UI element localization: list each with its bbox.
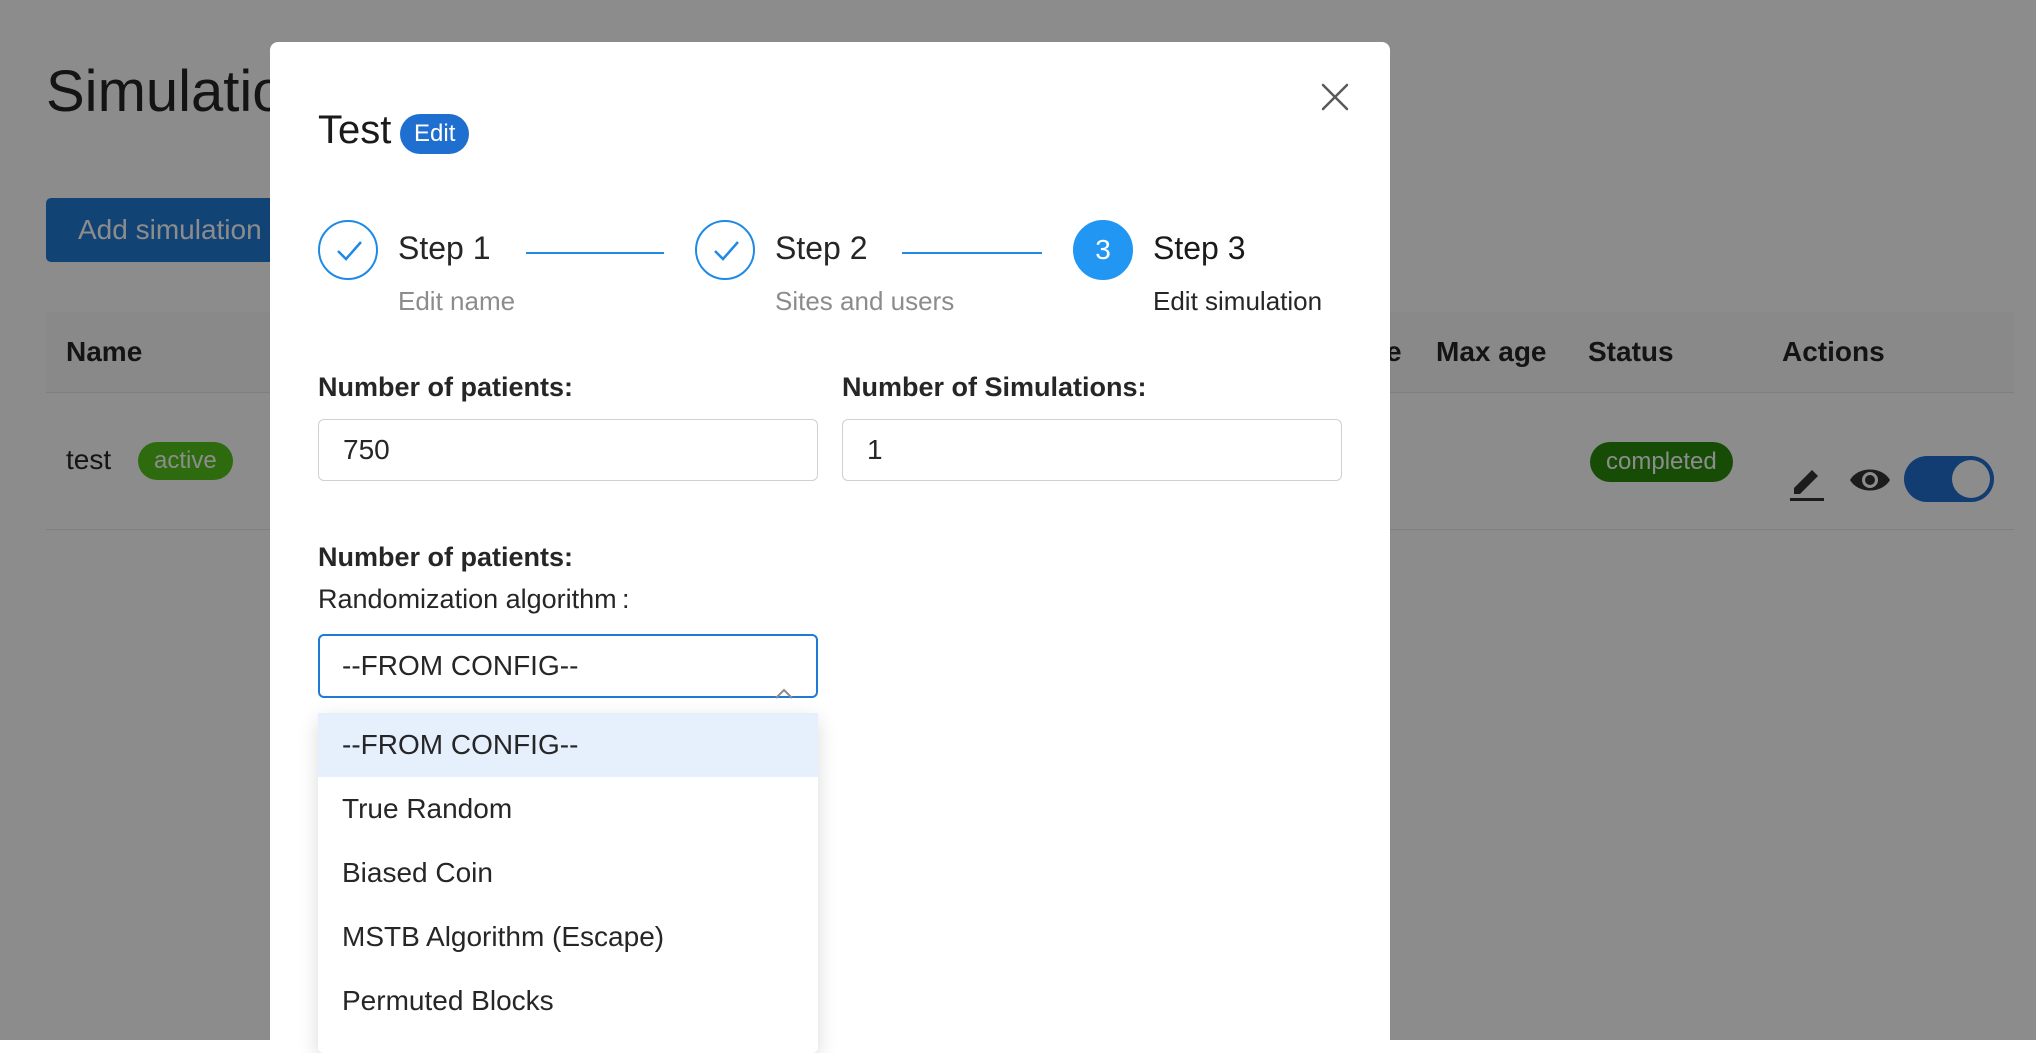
algorithm-label: Randomization algorithm :	[318, 584, 630, 614]
algorithm-option-from-config[interactable]: --FROM CONFIG--	[318, 713, 818, 777]
close-icon[interactable]	[1318, 80, 1352, 114]
step-1-check-icon	[318, 220, 378, 280]
modal-title: Test	[318, 108, 392, 152]
simulations-input[interactable]: 1	[842, 419, 1342, 481]
step-connector-1	[526, 252, 664, 254]
step-2-title: Step 2	[775, 230, 868, 266]
step-3-title: Step 3	[1153, 230, 1246, 266]
algorithm-option-true-random[interactable]: True Random	[318, 777, 818, 841]
chevron-up-icon	[774, 660, 794, 720]
algorithm-option-mstb[interactable]: MSTB Algorithm (Escape)	[318, 905, 818, 969]
step-3-description: Edit simulation	[1153, 286, 1323, 316]
step-1-title: Step 1	[398, 230, 491, 266]
patients-label: Number of patients:	[318, 372, 574, 402]
step-connector-2	[902, 252, 1042, 254]
step-1-description: Edit name	[398, 286, 516, 316]
edit-badge: Edit	[400, 114, 470, 154]
step-2-check-icon	[695, 220, 755, 280]
edit-simulation-modal: Test Edit Step 1 Edit name Step 2 Sites …	[270, 42, 1390, 1053]
algorithm-option-permuted-blocks[interactable]: Permuted Blocks	[318, 969, 818, 1033]
step-3-number: 3	[1073, 220, 1133, 280]
patients-input[interactable]: 750	[318, 419, 818, 481]
algorithm-option-biased-coin[interactable]: Biased Coin	[318, 841, 818, 905]
algorithm-select-value: --FROM CONFIG--	[342, 650, 579, 681]
algorithm-dropdown: --FROM CONFIG-- True Random Biased Coin …	[318, 713, 818, 1053]
step-2-description: Sites and users	[775, 286, 955, 316]
algorithm-select[interactable]: --FROM CONFIG--	[318, 634, 818, 699]
section-label: Number of patients:	[318, 542, 574, 572]
simulations-label: Number of Simulations:	[842, 372, 1147, 402]
